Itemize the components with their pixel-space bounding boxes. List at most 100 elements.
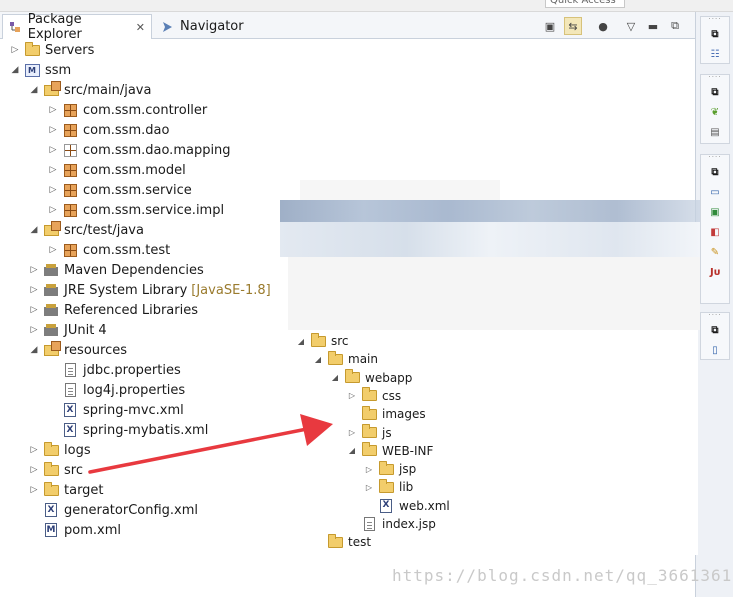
- collapse-all-icon[interactable]: ▣: [541, 17, 559, 35]
- restore-icon[interactable]: ⧉: [706, 321, 724, 339]
- tree-item[interactable]: ▷ com.ssm.controller: [48, 100, 208, 120]
- folder-icon: [43, 481, 59, 498]
- collapsed-arrow-icon[interactable]: ▷: [364, 465, 374, 474]
- outline-icon[interactable]: ☷: [706, 45, 724, 63]
- tree-item[interactable]: ▷ com.ssm.model: [48, 160, 186, 180]
- expanded-arrow-icon[interactable]: ◢: [29, 225, 39, 235]
- tree-item[interactable]: ◢ webapp: [330, 369, 412, 387]
- tree-item[interactable]: XgeneratorConfig.xml: [29, 500, 198, 520]
- expanded-arrow-icon[interactable]: ◢: [29, 345, 39, 355]
- tree-item[interactable]: ▷ JUnit 4: [29, 320, 107, 340]
- tree-item[interactable]: ◢ src: [296, 332, 349, 350]
- tree-item[interactable]: ▷ jsp: [364, 460, 416, 478]
- collapsed-arrow-icon[interactable]: ▷: [10, 45, 20, 55]
- tree-item[interactable]: Xspring-mvc.xml: [48, 400, 184, 420]
- tree-item[interactable]: test: [313, 533, 371, 551]
- collapsed-arrow-icon[interactable]: ▷: [347, 391, 357, 400]
- tree-item-label: com.ssm.controller: [83, 102, 208, 118]
- collapsed-arrow-icon[interactable]: ▷: [48, 165, 58, 175]
- minimize-icon[interactable]: ▬: [644, 17, 662, 35]
- collapsed-arrow-icon[interactable]: ▷: [29, 285, 39, 295]
- tree-item[interactable]: Xspring-mybatis.xml: [48, 420, 208, 440]
- quick-access-input[interactable]: Quick Access: [545, 0, 625, 8]
- tree-item[interactable]: Xweb.xml: [364, 497, 450, 515]
- tree-item[interactable]: ◢ Mssm: [10, 60, 72, 80]
- restore-icon[interactable]: ⧉: [706, 25, 724, 43]
- collapsed-arrow-icon[interactable]: ▷: [29, 325, 39, 335]
- inset-folder-tree: ◢ src ◢ main ◢ webapp ▷ css images ▷ js ◢ WEB-INF ▷ js…: [288, 330, 698, 555]
- tree-item[interactable]: ▷ JRE System Library [JavaSE-1.8]: [29, 280, 271, 300]
- source-folder-icon: [43, 80, 61, 98]
- expanded-arrow-icon[interactable]: ◢: [296, 337, 306, 346]
- tree-item[interactable]: ▷ Maven Dependencies: [29, 260, 204, 280]
- package-icon: [62, 122, 78, 138]
- tree-item[interactable]: ◢ main: [313, 350, 378, 368]
- tree-item[interactable]: ▷ target: [29, 480, 104, 500]
- servers-view-icon[interactable]: ▣: [706, 203, 724, 221]
- collapsed-arrow-icon[interactable]: ▷: [29, 485, 39, 495]
- restore-icon[interactable]: ⧉: [706, 83, 724, 101]
- collapsed-arrow-icon[interactable]: ▷: [48, 125, 58, 135]
- collapsed-arrow-icon[interactable]: ▷: [48, 245, 58, 255]
- tree-item[interactable]: ▷ src: [29, 460, 83, 480]
- folder-icon: [378, 460, 394, 477]
- maximize-icon[interactable]: ⧉: [666, 17, 684, 35]
- link-with-editor-icon[interactable]: ⇆: [564, 17, 582, 35]
- library-icon: [43, 302, 59, 318]
- view-menu-chevron-down-icon[interactable]: ▽: [622, 17, 640, 35]
- collapsed-arrow-icon[interactable]: ▷: [29, 465, 39, 475]
- collapsed-arrow-icon[interactable]: ▷: [347, 428, 357, 437]
- tree-item[interactable]: ▷ com.ssm.dao: [48, 120, 170, 140]
- restore-icon[interactable]: ⧉: [706, 163, 724, 181]
- expanded-arrow-icon[interactable]: ◢: [313, 355, 323, 364]
- collapsed-arrow-icon[interactable]: ▷: [48, 105, 58, 115]
- close-icon[interactable]: ✕: [136, 21, 145, 34]
- task-list-icon[interactable]: ▤: [706, 123, 724, 141]
- tree-item[interactable]: log4j.properties: [48, 380, 185, 400]
- tree-item[interactable]: images: [347, 405, 426, 423]
- tree-item[interactable]: ▷ com.ssm.test: [48, 240, 171, 260]
- tree-item[interactable]: ▷ logs: [29, 440, 91, 460]
- tree-item[interactable]: ▷ css: [347, 387, 401, 405]
- collapsed-arrow-icon[interactable]: ▷: [29, 265, 39, 275]
- tree-item[interactable]: ◢ src/main/java: [29, 80, 151, 100]
- source-folder-icon: [43, 340, 61, 358]
- problems-icon[interactable]: ◧: [706, 223, 724, 241]
- tree-item-label: src/main/java: [64, 82, 152, 98]
- spring-leaf-icon[interactable]: ❦: [706, 103, 724, 121]
- tree-item[interactable]: ◢ resources: [29, 340, 127, 360]
- tree-item[interactable]: Mpom.xml: [29, 520, 121, 540]
- package-explorer-icon: [9, 20, 22, 34]
- tree-item-label: spring-mybatis.xml: [83, 422, 209, 438]
- xml-file-icon: X: [62, 402, 78, 418]
- tab-navigator[interactable]: Navigator: [154, 14, 264, 39]
- collapsed-arrow-icon[interactable]: ▷: [29, 445, 39, 455]
- progress-icon[interactable]: ✎: [706, 243, 724, 261]
- expanded-arrow-icon[interactable]: ◢: [29, 85, 39, 95]
- focus-icon[interactable]: ●: [594, 17, 612, 35]
- properties-icon[interactable]: ▯: [706, 341, 724, 359]
- expanded-arrow-icon[interactable]: ◢: [330, 373, 340, 382]
- tree-item[interactable]: ▷ com.ssm.service: [48, 180, 192, 200]
- tree-item[interactable]: ▷ js: [347, 424, 392, 442]
- tab-package-explorer[interactable]: Package Explorer ✕: [2, 12, 152, 42]
- tree-item[interactable]: ◢ WEB-INF: [347, 442, 433, 460]
- tree-item[interactable]: ▷ Referenced Libraries: [29, 300, 198, 320]
- tree-item[interactable]: jdbc.properties: [48, 360, 181, 380]
- tree-item[interactable]: ▷ Servers: [10, 40, 94, 60]
- package-icon: [62, 182, 78, 198]
- collapsed-arrow-icon[interactable]: ▷: [48, 145, 58, 155]
- tree-item[interactable]: ▷ com.ssm.dao.mapping: [48, 140, 231, 160]
- collapsed-arrow-icon[interactable]: ▷: [48, 205, 58, 215]
- tree-item[interactable]: ▷ lib: [364, 478, 413, 496]
- expanded-arrow-icon[interactable]: ◢: [10, 65, 20, 75]
- collapsed-arrow-icon[interactable]: ▷: [48, 185, 58, 195]
- collapsed-arrow-icon[interactable]: ▷: [364, 483, 374, 492]
- collapsed-arrow-icon[interactable]: ▷: [29, 305, 39, 315]
- tree-item[interactable]: index.jsp: [347, 515, 436, 533]
- tree-item[interactable]: ◢ src/test/java: [29, 220, 144, 240]
- junit-icon[interactable]: Jᴜ: [706, 263, 724, 281]
- expanded-arrow-icon[interactable]: ◢: [347, 446, 357, 455]
- tree-item[interactable]: ▷ com.ssm.service.impl: [48, 200, 225, 220]
- console-icon[interactable]: ▭: [706, 183, 724, 201]
